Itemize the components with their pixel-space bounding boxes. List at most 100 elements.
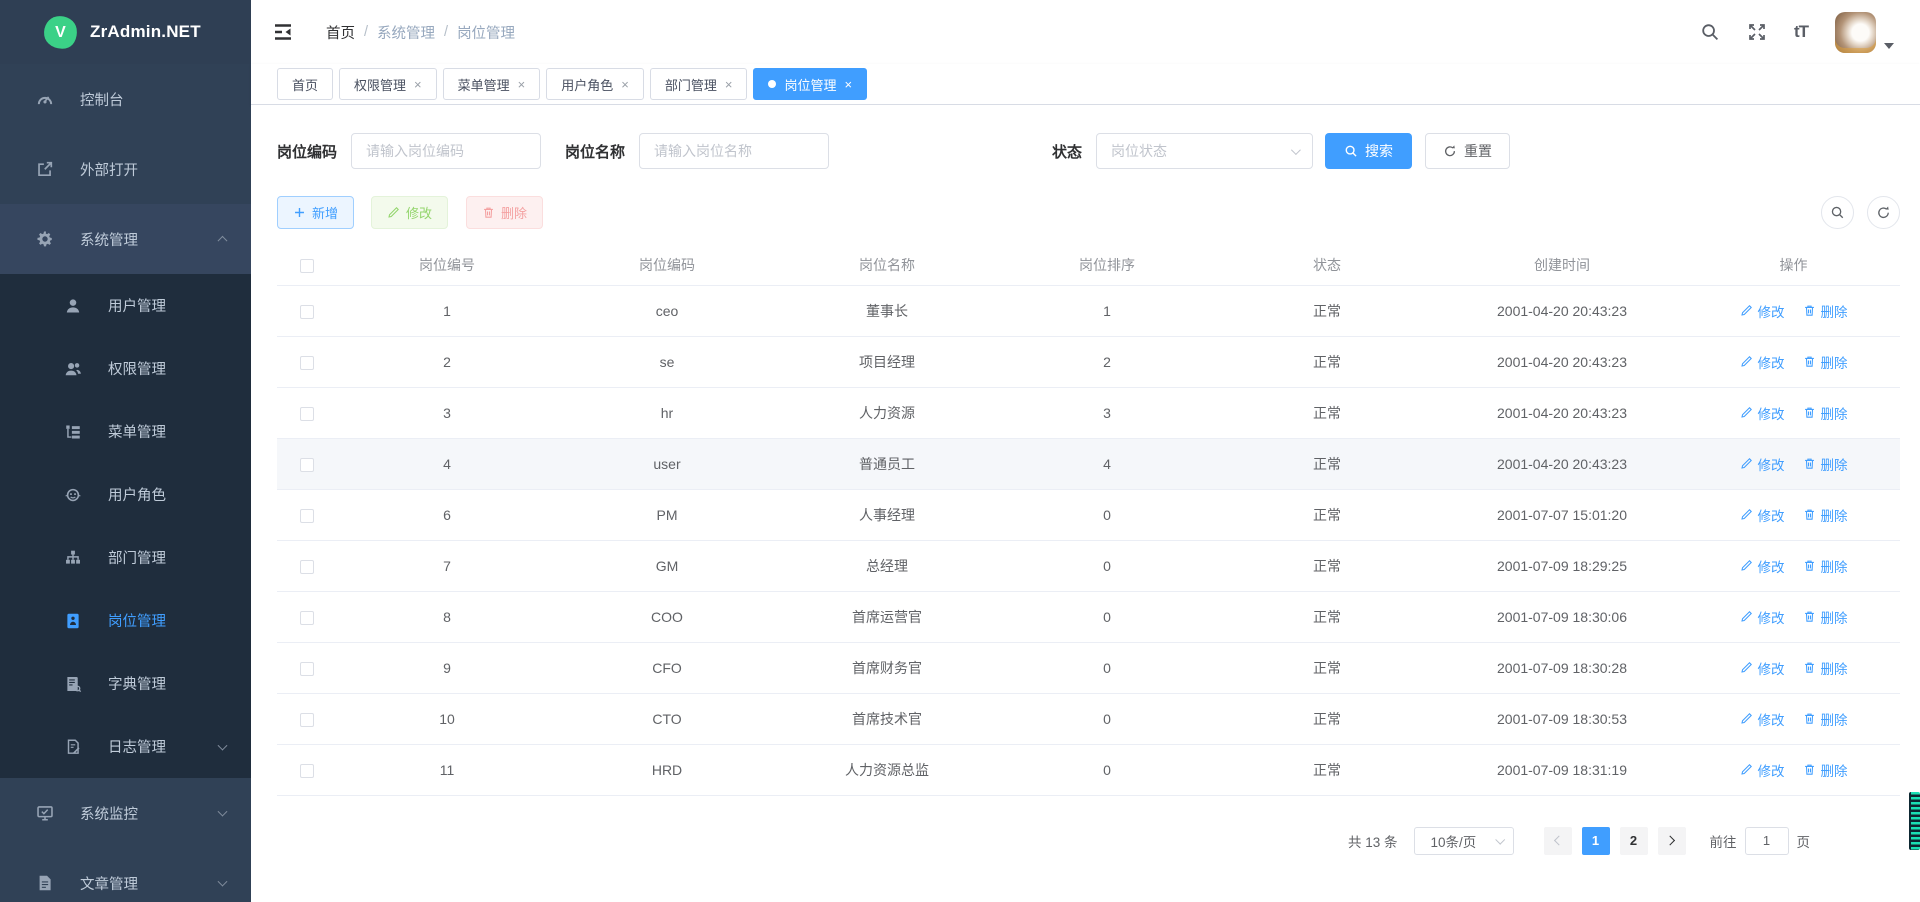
cell-actions: 修改删除 xyxy=(1687,387,1900,438)
close-tab-icon[interactable]: × xyxy=(725,78,733,91)
row-checkbox[interactable] xyxy=(300,713,314,727)
caret-down-icon[interactable] xyxy=(1884,43,1894,49)
next-page-button[interactable] xyxy=(1658,827,1686,855)
row-delete-link[interactable]: 删除 xyxy=(1803,760,1848,780)
sidebar-item-menu-management[interactable]: 菜单管理 xyxy=(0,400,251,463)
row-delete-link[interactable]: 删除 xyxy=(1803,454,1848,474)
delete-button[interactable]: 删除 xyxy=(466,196,543,229)
search-icon[interactable] xyxy=(1700,22,1720,42)
row-delete-link[interactable]: 删除 xyxy=(1803,403,1848,423)
robot-icon xyxy=(64,486,82,504)
post-code-input[interactable] xyxy=(351,133,541,169)
tab-permission[interactable]: 权限管理× xyxy=(339,68,437,100)
sidebar-collapse-icon[interactable] xyxy=(272,21,294,43)
sidebar-item-dashboard[interactable]: 控制台 xyxy=(0,64,251,134)
goto-unit-label: 页 xyxy=(1797,831,1811,851)
cell-actions: 修改删除 xyxy=(1687,744,1900,795)
close-tab-icon[interactable]: × xyxy=(414,78,422,91)
sidebar-item-system-monitor[interactable]: 系统监控 xyxy=(0,778,251,848)
tab-menu[interactable]: 菜单管理× xyxy=(443,68,541,100)
row-checkbox[interactable] xyxy=(300,662,314,676)
sidebar-item-permission-management[interactable]: 权限管理 xyxy=(0,337,251,400)
close-tab-icon[interactable]: × xyxy=(621,78,629,91)
row-delete-link[interactable]: 删除 xyxy=(1803,709,1848,729)
cell-post-id: 1 xyxy=(337,285,557,336)
tab-home[interactable]: 首页 xyxy=(277,68,333,100)
tab-bar: 首页 权限管理× 菜单管理× 用户角色× 部门管理× 岗位管理× xyxy=(251,64,1920,105)
row-edit-link[interactable]: 修改 xyxy=(1740,454,1785,474)
search-button[interactable]: 搜索 xyxy=(1325,133,1412,169)
row-checkbox[interactable] xyxy=(300,407,314,421)
sidebar-item-dictionary-management[interactable]: 字典管理 xyxy=(0,652,251,715)
row-delete-link[interactable]: 删除 xyxy=(1803,658,1848,678)
row-edit-link[interactable]: 修改 xyxy=(1740,760,1785,780)
row-edit-link[interactable]: 修改 xyxy=(1740,709,1785,729)
row-edit-link[interactable]: 修改 xyxy=(1740,658,1785,678)
pencil-icon xyxy=(1740,304,1753,317)
page-size-select[interactable]: 10条/页 xyxy=(1414,827,1514,855)
sidebar-item-article-management[interactable]: 文章管理 xyxy=(0,848,251,902)
trash-icon xyxy=(482,206,495,219)
row-checkbox[interactable] xyxy=(300,764,314,778)
table-row: 3hr人力资源3正常2001-04-20 20:43:23修改删除 xyxy=(277,387,1900,438)
row-checkbox[interactable] xyxy=(300,509,314,523)
page-button-2[interactable]: 2 xyxy=(1620,827,1648,855)
prev-page-button[interactable] xyxy=(1544,827,1572,855)
table-body: 1ceo董事长1正常2001-04-20 20:43:23修改删除2se项目经理… xyxy=(277,285,1900,795)
post-name-input[interactable] xyxy=(639,133,829,169)
scrollbar-thumb[interactable] xyxy=(1909,792,1920,850)
add-button[interactable]: 新增 xyxy=(277,196,354,229)
refresh-table-button[interactable] xyxy=(1867,196,1900,229)
search-icon xyxy=(1830,205,1845,220)
row-delete-link[interactable]: 删除 xyxy=(1803,505,1848,525)
sidebar-item-user-management[interactable]: 用户管理 xyxy=(0,274,251,337)
row-checkbox[interactable] xyxy=(300,305,314,319)
row-delete-link[interactable]: 删除 xyxy=(1803,352,1848,372)
fullscreen-icon[interactable] xyxy=(1747,22,1767,42)
cell-post-sort: 0 xyxy=(997,540,1217,591)
breadcrumb-system[interactable]: 系统管理 xyxy=(377,22,435,43)
sidebar-item-external-open[interactable]: 外部打开 xyxy=(0,134,251,204)
row-edit-link[interactable]: 修改 xyxy=(1740,556,1785,576)
tab-department[interactable]: 部门管理× xyxy=(650,68,748,100)
row-edit-link[interactable]: 修改 xyxy=(1740,607,1785,627)
sidebar-item-system-management[interactable]: 系统管理 xyxy=(0,204,251,274)
row-edit-link[interactable]: 修改 xyxy=(1740,505,1785,525)
reset-button[interactable]: 重置 xyxy=(1425,133,1510,169)
row-delete-link[interactable]: 删除 xyxy=(1803,301,1848,321)
breadcrumb-home[interactable]: 首页 xyxy=(326,22,355,43)
row-edit-link[interactable]: 修改 xyxy=(1740,403,1785,423)
tab-post-management[interactable]: 岗位管理× xyxy=(753,68,867,100)
cell-post-id: 6 xyxy=(337,489,557,540)
avatar[interactable] xyxy=(1835,12,1876,53)
show-search-button[interactable] xyxy=(1821,196,1854,229)
sidebar-item-department-management[interactable]: 部门管理 xyxy=(0,526,251,589)
row-delete-link[interactable]: 删除 xyxy=(1803,607,1848,627)
row-checkbox[interactable] xyxy=(300,458,314,472)
cell-status: 正常 xyxy=(1217,744,1437,795)
table-row: 11HRD人力资源总监0正常2001-07-09 18:31:19修改删除 xyxy=(277,744,1900,795)
sidebar-item-log-management[interactable]: 日志管理 xyxy=(0,715,251,778)
page-button-1[interactable]: 1 xyxy=(1582,827,1610,855)
edit-button[interactable]: 修改 xyxy=(371,196,448,229)
cell-post-name: 首席运营官 xyxy=(777,591,997,642)
status-select[interactable]: 岗位状态 xyxy=(1096,133,1313,169)
tab-user-roles[interactable]: 用户角色× xyxy=(546,68,644,100)
app-logo[interactable]: V ZrAdmin.NET xyxy=(0,0,251,64)
row-edit-link[interactable]: 修改 xyxy=(1740,301,1785,321)
user-menu[interactable] xyxy=(1835,12,1894,53)
close-tab-icon[interactable]: × xyxy=(844,78,852,91)
row-delete-link[interactable]: 删除 xyxy=(1803,556,1848,576)
row-edit-link[interactable]: 修改 xyxy=(1740,352,1785,372)
sidebar-item-user-roles[interactable]: 用户角色 xyxy=(0,463,251,526)
goto-page-input[interactable] xyxy=(1745,827,1789,855)
select-all-checkbox[interactable] xyxy=(300,259,314,273)
row-checkbox[interactable] xyxy=(300,560,314,574)
pencil-icon xyxy=(1740,559,1753,572)
sidebar-item-label: 日志管理 xyxy=(108,736,166,757)
sidebar-item-post-management[interactable]: 岗位管理 xyxy=(0,589,251,652)
row-checkbox[interactable] xyxy=(300,611,314,625)
row-checkbox[interactable] xyxy=(300,356,314,370)
close-tab-icon[interactable]: × xyxy=(518,78,526,91)
font-size-icon[interactable]: tT xyxy=(1794,22,1808,42)
